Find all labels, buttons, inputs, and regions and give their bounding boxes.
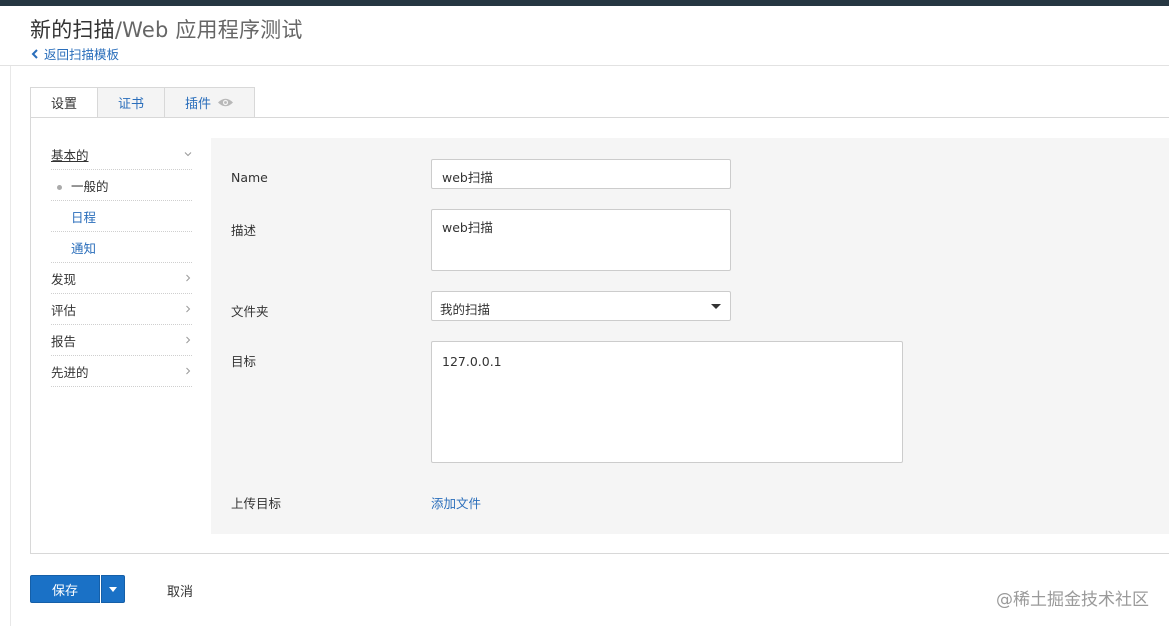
settings-sidenav: 基本的 一般的 日程 通知 发现 评估 报告 先进的 bbox=[51, 139, 192, 387]
folder-label: 文件夹 bbox=[231, 304, 269, 319]
targets-label: 目标 bbox=[231, 354, 257, 369]
tab-plugins[interactable]: 插件 bbox=[165, 87, 256, 118]
chevron-right-icon bbox=[186, 274, 191, 282]
tab-settings-label: 设置 bbox=[51, 97, 78, 112]
chevron-left-icon bbox=[31, 48, 38, 59]
name-label: Name bbox=[231, 170, 268, 185]
tab-credentials-label: 证书 bbox=[118, 97, 145, 112]
folder-select[interactable]: 我的扫描 bbox=[431, 291, 731, 321]
tab-credentials[interactable]: 证书 bbox=[98, 87, 166, 118]
tab-plugins-label: 插件 bbox=[185, 97, 212, 112]
chevron-right-icon bbox=[186, 367, 191, 375]
sidenav-schedule-label: 日程 bbox=[71, 209, 97, 225]
description-textarea[interactable]: web扫描 bbox=[431, 209, 731, 271]
sidenav-basic-label: 基本的 bbox=[51, 147, 89, 163]
sidenav-assessment-label: 评估 bbox=[51, 302, 77, 318]
cancel-button[interactable]: 取消 bbox=[167, 581, 193, 600]
back-link-label: 返回扫描模板 bbox=[44, 47, 120, 62]
sidenav-general-label: 一般的 bbox=[57, 176, 109, 195]
sidenav-discovery-label: 发现 bbox=[51, 271, 77, 287]
sidenav-advanced-label: 先进的 bbox=[51, 364, 89, 380]
chevron-right-icon bbox=[186, 305, 191, 313]
bullet-icon bbox=[57, 184, 62, 190]
targets-textarea[interactable]: 127.0.0.1 bbox=[431, 341, 903, 463]
caret-down-icon bbox=[711, 304, 721, 309]
add-file-link[interactable]: 添加文件 bbox=[431, 493, 481, 512]
sidenav-report[interactable]: 报告 bbox=[51, 325, 192, 356]
page-title-main: 新的扫描 bbox=[30, 18, 115, 42]
tab-settings[interactable]: 设置 bbox=[30, 87, 99, 118]
chevron-down-icon bbox=[184, 152, 192, 157]
back-to-templates-link[interactable]: 返回扫描模板 bbox=[31, 44, 119, 63]
form-area: Name web扫描 描述 web扫描 文件夹 我的扫描 目标 127.0.0.… bbox=[211, 138, 1169, 534]
sidenav-discovery[interactable]: 发现 bbox=[51, 263, 192, 294]
upload-targets-label: 上传目标 bbox=[231, 496, 282, 511]
settings-panel: 基本的 一般的 日程 通知 发现 评估 报告 先进的 Name web扫描 描述… bbox=[30, 117, 1169, 554]
folder-select-value: 我的扫描 bbox=[440, 302, 491, 317]
sidenav-assessment[interactable]: 评估 bbox=[51, 294, 192, 325]
page-header: 新的扫描/Web 应用程序测试 返回扫描模板 bbox=[0, 6, 1169, 66]
page-title-rest: /Web 应用程序测试 bbox=[114, 18, 303, 42]
save-button[interactable]: 保存 bbox=[30, 575, 100, 603]
sidenav-report-label: 报告 bbox=[51, 333, 77, 349]
sidenav-notify-label: 通知 bbox=[71, 240, 97, 256]
sidenav-schedule[interactable]: 日程 bbox=[51, 201, 192, 232]
left-divider bbox=[10, 66, 11, 626]
sidenav-basic[interactable]: 基本的 bbox=[51, 139, 192, 170]
sidenav-advanced[interactable]: 先进的 bbox=[51, 356, 192, 387]
watermark: @稀土掘金技术社区 bbox=[996, 590, 1149, 610]
page-title: 新的扫描/Web 应用程序测试 bbox=[30, 14, 303, 44]
save-options-button[interactable] bbox=[101, 575, 125, 603]
save-button-label: 保存 bbox=[51, 583, 78, 599]
tab-bar: 设置 证书 插件 bbox=[30, 87, 256, 118]
description-label: 描述 bbox=[231, 223, 257, 238]
name-input[interactable]: web扫描 bbox=[431, 159, 731, 189]
caret-down-icon bbox=[109, 586, 117, 592]
chevron-right-icon bbox=[186, 336, 191, 344]
eye-icon bbox=[218, 98, 234, 107]
sidenav-general-text: 一般的 bbox=[71, 178, 109, 194]
sidenav-general[interactable]: 一般的 bbox=[51, 170, 192, 201]
sidenav-notify[interactable]: 通知 bbox=[51, 232, 192, 263]
